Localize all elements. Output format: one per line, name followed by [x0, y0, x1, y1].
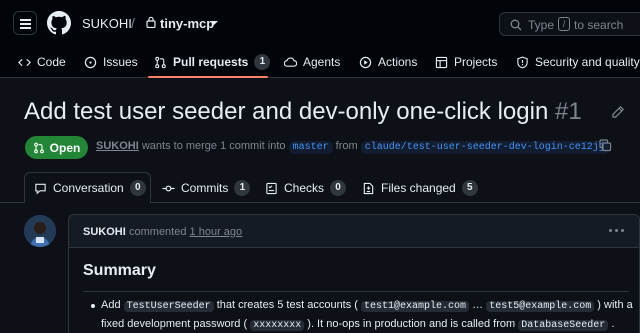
pull-request-icon — [155, 56, 166, 68]
copy-icon[interactable] — [599, 139, 612, 152]
nav-pull-requests[interactable]: Pull requests 1 — [154, 46, 271, 78]
tab-files-changed[interactable]: Files changed 5 — [362, 173, 478, 203]
search-input[interactable]: Type / to search — [499, 12, 640, 36]
comment-options-icon[interactable] — [609, 229, 624, 232]
comment-line-1: Add TestUserSeeder that creates 5 test a… — [101, 299, 633, 312]
pr-meta: SUKOHI wants to merge 1 commit into mast… — [96, 140, 609, 154]
tab-files-changed-label: Files changed — [381, 181, 456, 195]
dot — [615, 229, 618, 232]
text: that creates 5 test accounts ( — [216, 299, 358, 311]
dot — [609, 229, 612, 232]
nav-agents[interactable]: Agents — [284, 46, 340, 78]
nav-code[interactable]: Code — [18, 46, 66, 78]
status-badge: Open — [25, 136, 88, 159]
pr-from-text: from — [335, 140, 358, 152]
inline-code: TestUserSeeder — [123, 301, 214, 312]
nav-issues-label: Issues — [103, 55, 138, 69]
pencil-icon[interactable] — [611, 105, 625, 119]
chevron-down-icon[interactable] — [210, 21, 218, 25]
nav-pull-requests-label: Pull requests — [173, 55, 249, 69]
pr-meta-text: wants to merge 1 commit into — [141, 140, 286, 152]
tab-commits-label: Commits — [181, 181, 229, 195]
tab-conversation[interactable]: Conversation 0 — [34, 173, 146, 203]
text: . — [611, 318, 615, 330]
comment-card: SUKOHI commented 1 hour ago Summary Add … — [68, 214, 640, 333]
code-icon — [18, 58, 31, 66]
text: ). It no-ops in production and is called… — [307, 318, 516, 330]
checklist-icon — [266, 182, 277, 194]
text: Add — [101, 299, 121, 311]
tab-files-changed-count: 5 — [461, 180, 478, 196]
nav-security-label: Security and quality — [535, 55, 640, 69]
agents-icon — [284, 57, 297, 67]
comment-header: SUKOHI commented 1 hour ago — [69, 215, 639, 248]
text: … — [472, 299, 484, 311]
nav-code-label: Code — [37, 55, 66, 69]
comment-heading: Summary — [83, 262, 156, 279]
nav-actions[interactable]: Actions — [359, 46, 417, 78]
pull-request-icon — [33, 142, 44, 153]
comment-icon — [35, 183, 46, 194]
user-photo-icon — [24, 215, 56, 247]
tab-commits[interactable]: Commits 1 — [162, 173, 251, 203]
github-logo-icon[interactable] — [47, 11, 71, 35]
search-placeholder-prefix: Type — [528, 18, 555, 32]
dot — [621, 229, 624, 232]
avatar[interactable] — [24, 215, 56, 247]
pr-author-link[interactable]: SUKOHI — [96, 140, 139, 152]
issue-icon — [84, 56, 97, 68]
tab-conversation-count: 0 — [129, 180, 146, 196]
shield-icon — [517, 56, 528, 68]
menu-line — [20, 23, 31, 25]
commit-icon — [162, 185, 175, 191]
pull-requests-count: 1 — [254, 54, 271, 70]
tab-conversation-label: Conversation — [53, 181, 124, 195]
base-branch[interactable]: master — [288, 141, 333, 154]
inline-code: test1@example.com — [361, 301, 470, 312]
bullet-icon — [91, 304, 95, 308]
search-placeholder-suffix: to search — [574, 18, 624, 32]
menu-line — [20, 27, 31, 29]
nav-active-indicator — [148, 76, 268, 78]
repo-name-link[interactable]: tiny-mcp — [160, 16, 214, 31]
path-separator: / — [131, 15, 135, 31]
comment-timestamp-link[interactable]: 1 hour ago — [190, 226, 243, 238]
text: ) with a — [597, 299, 633, 311]
global-header: SUKOHI / tiny-mcp Type / to search Code … — [0, 0, 640, 78]
comment-action: commented — [129, 226, 187, 238]
menu-line — [20, 19, 31, 21]
lock-icon — [146, 16, 156, 28]
nav-actions-label: Actions — [378, 55, 418, 69]
file-diff-icon — [363, 182, 374, 194]
nav-projects[interactable]: Projects — [435, 46, 497, 78]
nav-projects-label: Projects — [454, 55, 498, 69]
menu-button[interactable] — [13, 11, 37, 35]
tab-checks-label: Checks — [284, 181, 325, 195]
search-shortcut-key: / — [558, 17, 570, 31]
pr-title-text: Add test user seeder and dev-only one-cl… — [24, 98, 549, 125]
nav-security[interactable]: Security and quality — [516, 46, 640, 78]
repo-nav: Code Issues Pull requests 1 Agents Actio… — [0, 46, 640, 78]
search-icon — [510, 19, 522, 31]
inline-code: xxxxxxxx — [250, 320, 305, 331]
pr-number: #1 — [554, 98, 582, 125]
page-title: Add test user seeder and dev-only one-cl… — [24, 98, 582, 126]
text: fixed development password ( — [101, 318, 248, 330]
status-badge-label: Open — [49, 140, 81, 155]
repo-owner-link[interactable]: SUKOHI — [82, 16, 132, 31]
head-branch[interactable]: claude/test-user-seeder-dev-login-ce12jj — [360, 141, 609, 154]
nav-issues[interactable]: Issues — [84, 46, 138, 78]
comment-meta: commented 1 hour ago — [129, 226, 242, 238]
tab-commits-count: 1 — [234, 180, 251, 196]
table-icon — [435, 56, 448, 68]
heading-rule — [83, 291, 629, 292]
tab-checks[interactable]: Checks 0 — [265, 173, 347, 203]
comment-line-2: fixed development password ( xxxxxxxx ).… — [101, 318, 614, 331]
nav-agents-label: Agents — [303, 55, 341, 69]
inline-code: DatabaseSeeder — [518, 320, 609, 331]
comment-author-link[interactable]: SUKOHI — [83, 226, 126, 238]
play-icon — [359, 56, 372, 68]
inline-code: test5@example.com — [486, 301, 595, 312]
tab-checks-count: 0 — [330, 180, 347, 196]
